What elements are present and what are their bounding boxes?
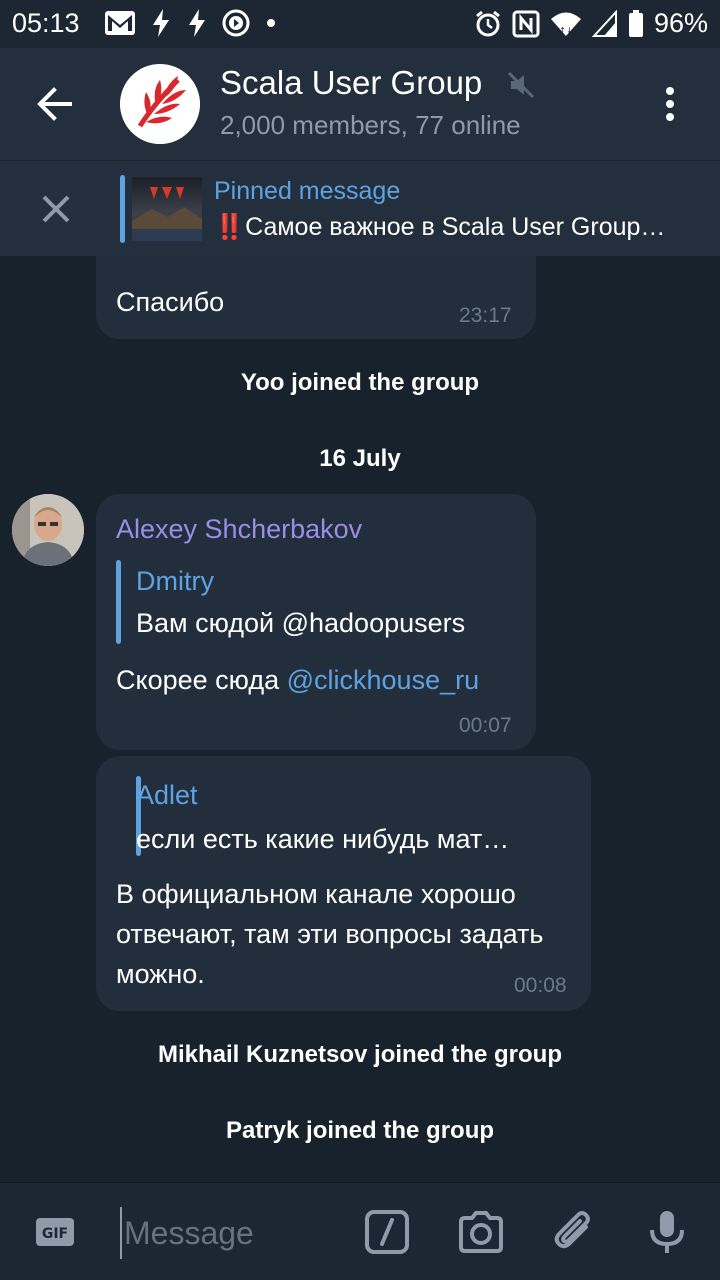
status-bar: 05:13 ↑↓ 96% bbox=[0, 0, 720, 48]
battery-percent: 96% bbox=[653, 8, 708, 38]
gmail-icon bbox=[105, 11, 135, 35]
wifi-icon: ↑↓ bbox=[550, 12, 581, 36]
status-time: 05:13 bbox=[12, 8, 80, 38]
close-icon[interactable] bbox=[32, 185, 80, 233]
date-divider: 16 July bbox=[319, 445, 401, 472]
message-list[interactable]: Спасибо 23:17 Yoo joined the group 16 Ju… bbox=[0, 256, 720, 1182]
message-input-bar: GIF bbox=[0, 1182, 720, 1280]
signal-icon bbox=[591, 9, 617, 37]
system-icons: ↑↓ 96% bbox=[474, 8, 708, 39]
alarm-icon bbox=[476, 10, 500, 36]
play-icon bbox=[222, 9, 250, 37]
avatar[interactable] bbox=[12, 494, 84, 566]
message-time: 00:08 bbox=[514, 974, 567, 997]
message-time: 23:17 bbox=[459, 304, 512, 327]
pinned-text: ‼️Самое важное в Scala User Group… bbox=[214, 213, 666, 241]
muted-icon bbox=[507, 71, 535, 99]
message-bubble[interactable]: Alexey Shcherbakov Dmitry Вам сюдой @had… bbox=[96, 494, 536, 750]
reply-preview-text[interactable]: Вам сюдой @hadoopusers bbox=[136, 608, 465, 639]
flash-icon bbox=[153, 9, 169, 37]
bot-command-icon[interactable] bbox=[362, 1207, 412, 1257]
pinned-accent-bar bbox=[120, 175, 125, 243]
flash-icon bbox=[189, 9, 205, 37]
battery-icon bbox=[628, 9, 643, 37]
message-text: Скорее сюда @clickhouse_ru bbox=[116, 660, 479, 700]
message-time: 00:07 bbox=[459, 714, 512, 737]
message-text: Спасибо bbox=[116, 287, 225, 317]
message-text-plain: Скорее сюда bbox=[116, 665, 287, 695]
pinned-message-bar[interactable]: Pinned message ‼️Самое важное в Scala Us… bbox=[0, 160, 720, 256]
notification-icons bbox=[104, 8, 278, 38]
message-bubble[interactable]: Adlet если есть какие нибудь мат… В офиц… bbox=[96, 756, 591, 1011]
reply-accent-bar bbox=[116, 560, 121, 644]
nfc-icon bbox=[512, 10, 540, 37]
service-message: Patryk joined the group bbox=[225, 1117, 495, 1144]
message-bubble[interactable]: Спасибо 23:17 bbox=[96, 256, 536, 339]
sender-name[interactable]: Alexey Shcherbakov bbox=[116, 514, 362, 545]
back-arrow-icon[interactable] bbox=[30, 78, 82, 130]
microphone-icon[interactable] bbox=[642, 1207, 692, 1257]
member-count: 2,000 members, 77 online bbox=[220, 110, 521, 140]
dot-icon bbox=[267, 19, 275, 27]
gif-icon[interactable]: GIF bbox=[30, 1207, 80, 1257]
group-avatar[interactable] bbox=[120, 64, 200, 144]
pinned-thumbnail bbox=[132, 177, 202, 241]
reply-sender-name[interactable]: Dmitry bbox=[136, 566, 214, 597]
text-cursor bbox=[120, 1207, 122, 1259]
more-vert-icon[interactable] bbox=[650, 84, 690, 124]
reply-sender-name[interactable]: Adlet bbox=[136, 780, 198, 811]
attach-icon[interactable] bbox=[550, 1207, 600, 1257]
service-message: Mikhail Kuznetsov joined the group bbox=[157, 1041, 562, 1068]
pinned-label: Pinned message bbox=[214, 177, 401, 205]
mention-link[interactable]: @clickhouse_ru bbox=[287, 665, 480, 695]
message-text: В официальном канале хорошо отвечают, та… bbox=[116, 879, 544, 989]
service-message: Yoo joined the group bbox=[240, 369, 480, 396]
svg-text:↑↓: ↑↓ bbox=[559, 26, 572, 35]
svg-text:GIF: GIF bbox=[42, 1226, 68, 1242]
message-input[interactable] bbox=[124, 1207, 344, 1259]
chat-header: Scala User Group 2,000 members, 77 onlin… bbox=[0, 48, 720, 160]
scala-logo-icon bbox=[120, 64, 200, 144]
camera-icon[interactable] bbox=[456, 1207, 506, 1257]
reply-preview-text[interactable]: если есть какие нибудь мат… bbox=[136, 824, 509, 855]
chat-title[interactable]: Scala User Group bbox=[220, 64, 482, 102]
